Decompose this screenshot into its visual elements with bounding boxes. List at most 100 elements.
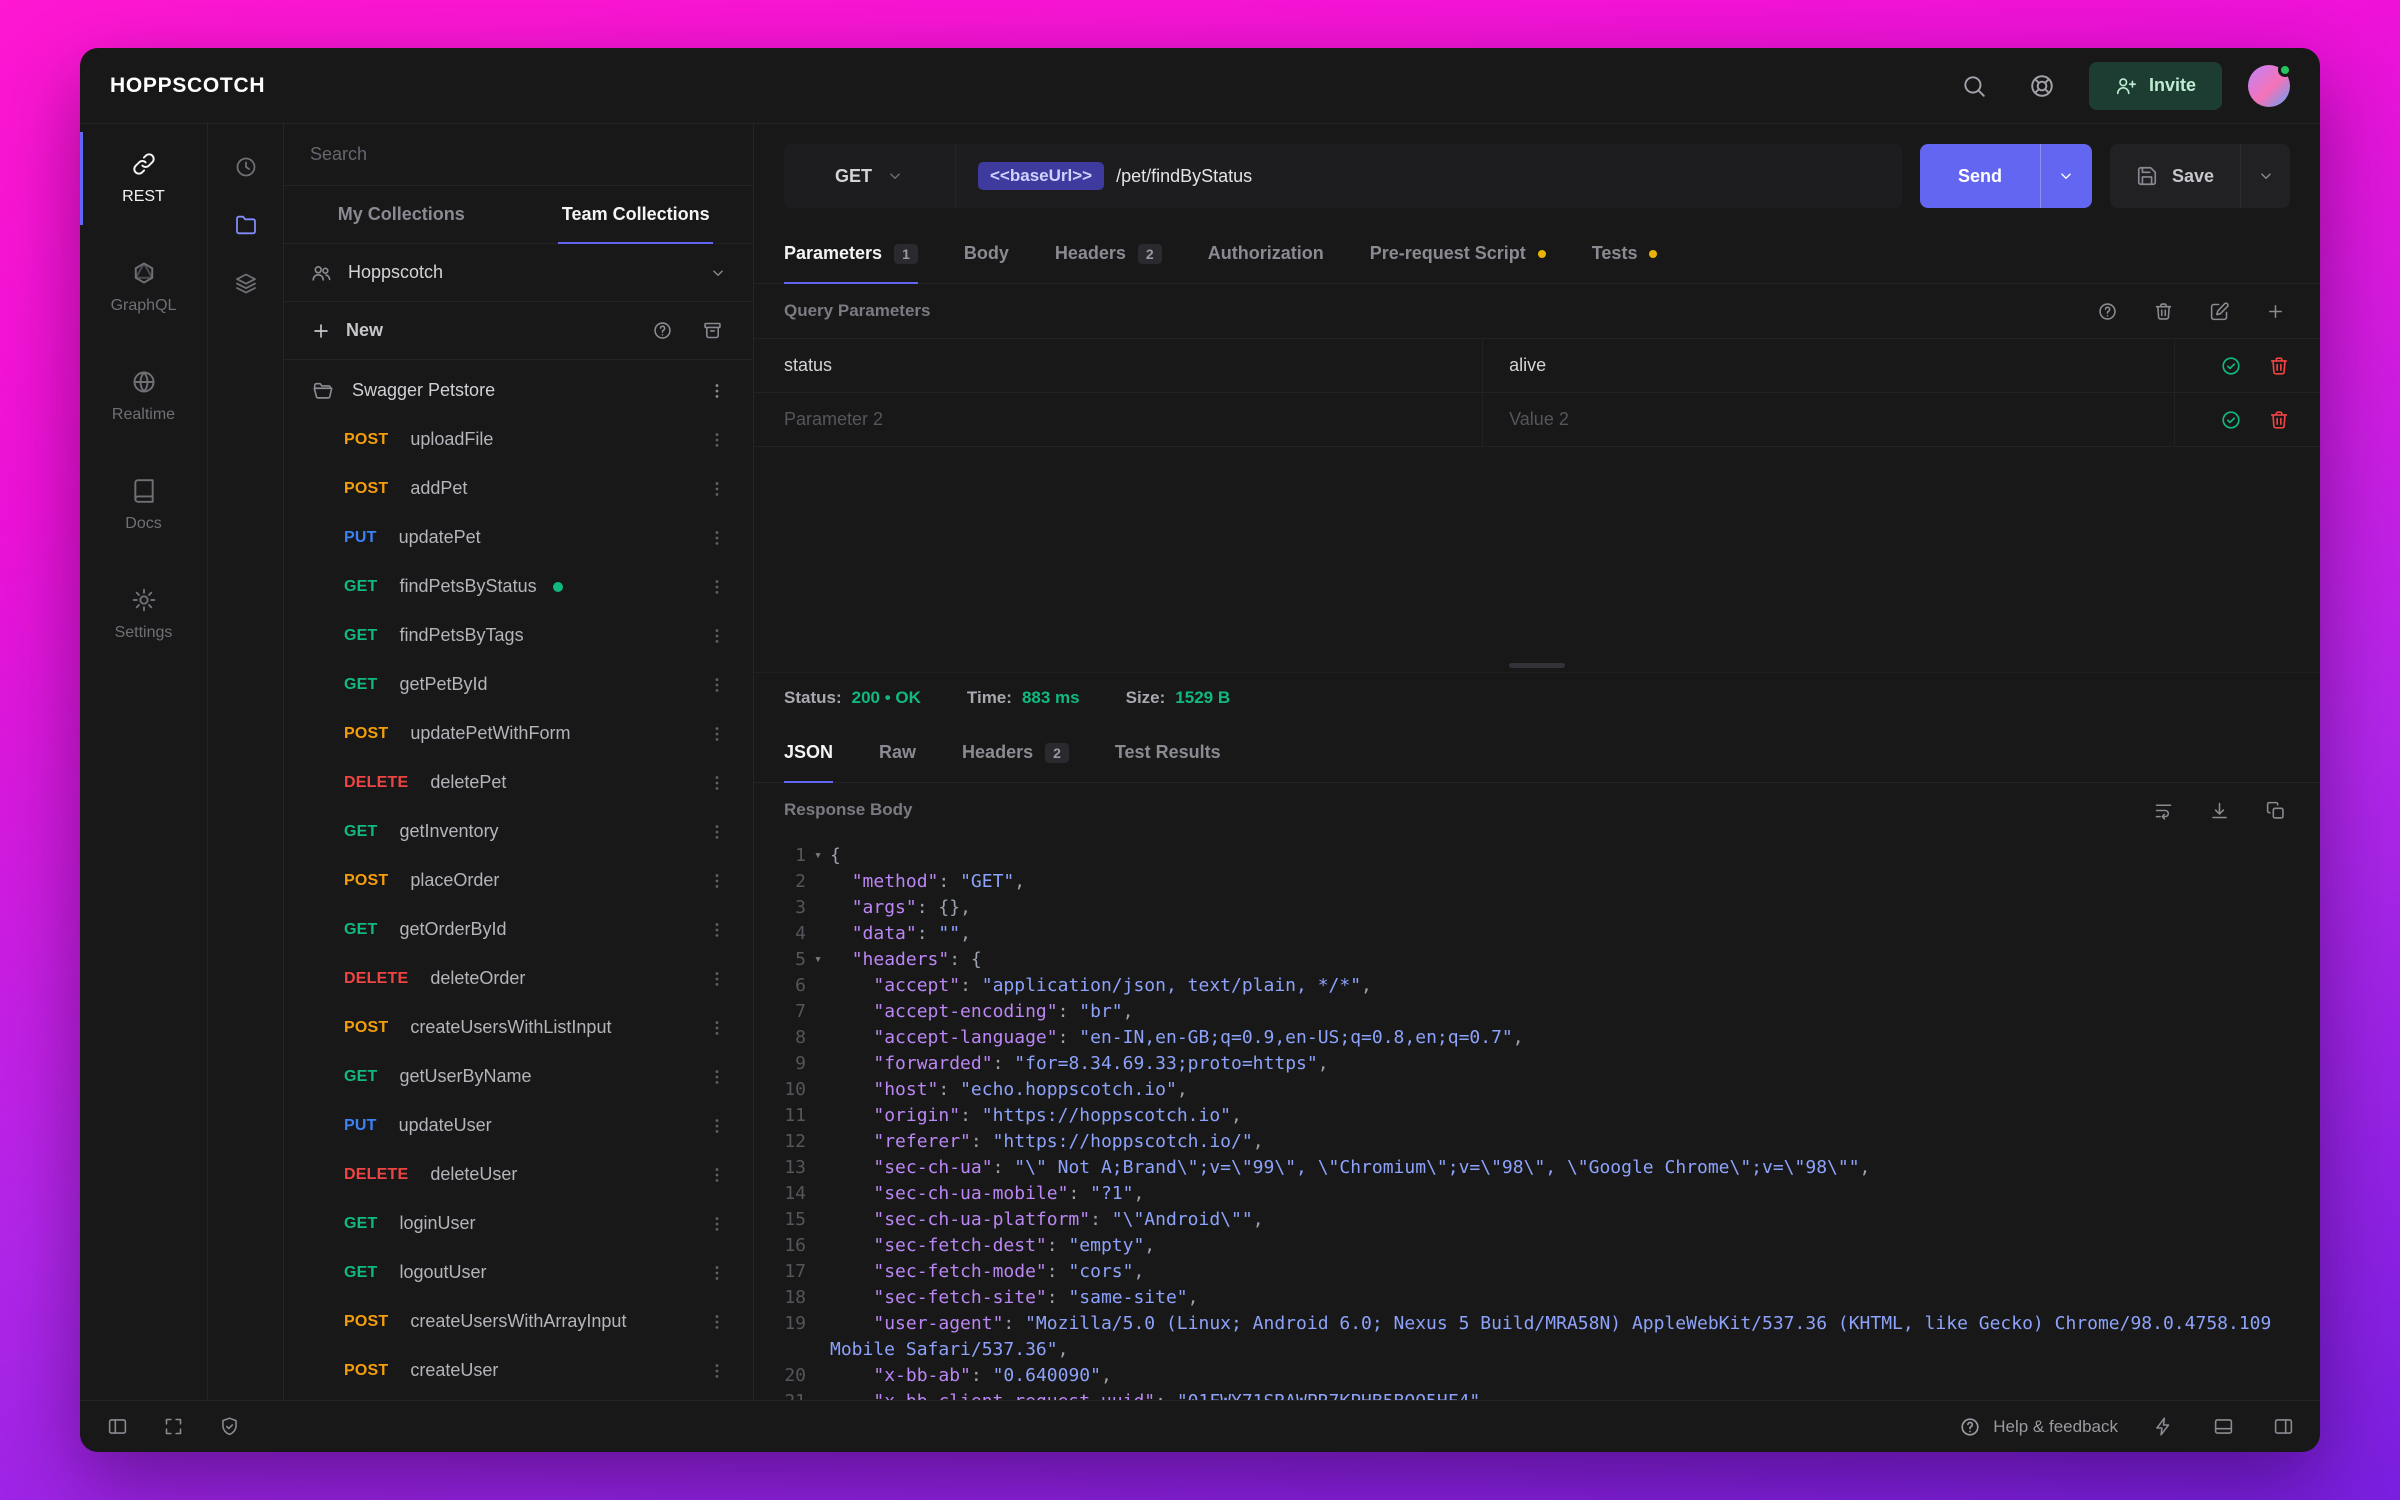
environments-tab[interactable] — [223, 260, 269, 306]
sidebar-icon[interactable] — [102, 1412, 132, 1442]
param-active-toggle[interactable] — [2220, 409, 2242, 431]
response-tab-raw[interactable]: Raw — [879, 723, 916, 782]
param-delete-button[interactable] — [2268, 409, 2290, 431]
collections-tab-team-collections[interactable]: Team Collections — [519, 186, 754, 244]
response-tab-headers[interactable]: Headers 2 — [962, 723, 1069, 782]
new-collection-button[interactable]: New — [310, 320, 383, 342]
request-menu-button[interactable] — [707, 871, 727, 891]
request-menu-button[interactable] — [707, 1165, 727, 1185]
request-item-findpetsbystatus[interactable]: GET findPetsByStatus — [284, 562, 753, 611]
request-item-createuser[interactable]: POST createUser — [284, 1346, 753, 1395]
param-key-input[interactable]: status — [754, 339, 1482, 392]
request-menu-button[interactable] — [707, 1312, 727, 1332]
request-item-updateuser[interactable]: PUT updateUser — [284, 1101, 753, 1150]
request-menu-button[interactable] — [707, 430, 727, 450]
request-menu-button[interactable] — [707, 1116, 727, 1136]
team-selector[interactable]: Hoppscotch — [284, 244, 753, 302]
help-feedback-button[interactable]: Help & feedback — [1959, 1416, 2118, 1438]
wrap-text-icon[interactable] — [2148, 795, 2178, 825]
nav-item-rest[interactable]: REST — [80, 124, 207, 233]
send-options-button[interactable] — [2039, 144, 2092, 208]
method-selector[interactable]: GET — [784, 144, 956, 208]
request-item-createuserswithlistinput[interactable]: POST createUsersWithListInput — [284, 1003, 753, 1052]
request-menu-button[interactable] — [707, 773, 727, 793]
request-item-createuserswitharrayinput[interactable]: POST createUsersWithArrayInput — [284, 1297, 753, 1346]
param-active-toggle[interactable] — [2220, 355, 2242, 377]
shield-check-icon[interactable] — [214, 1412, 244, 1442]
request-tab-authorization[interactable]: Authorization — [1208, 224, 1324, 283]
request-item-getuserbyname[interactable]: GET getUserByName — [284, 1052, 753, 1101]
invite-button[interactable]: Invite — [2088, 61, 2222, 110]
request-tab-parameters[interactable]: Parameters 1 — [784, 224, 918, 284]
request-menu-button[interactable] — [707, 1214, 727, 1234]
request-menu-button[interactable] — [707, 577, 727, 597]
panel-bottom-icon[interactable] — [2208, 1412, 2238, 1442]
request-menu-button[interactable] — [707, 675, 727, 695]
request-item-loginuser[interactable]: GET loginUser — [284, 1199, 753, 1248]
request-menu-button[interactable] — [707, 920, 727, 940]
request-item-updatepet[interactable]: PUT updatePet — [284, 513, 753, 562]
request-item-getorderbyid[interactable]: GET getOrderById — [284, 905, 753, 954]
help-icon[interactable] — [2092, 296, 2122, 326]
request-tab-body[interactable]: Body — [964, 224, 1009, 283]
request-item-updatepetwithform[interactable]: POST updatePetWithForm — [284, 709, 753, 758]
expand-icon[interactable] — [158, 1412, 188, 1442]
request-item-logoutuser[interactable]: GET logoutUser — [284, 1248, 753, 1297]
param-value-input[interactable]: alive — [1482, 339, 2174, 392]
panel-right-icon[interactable] — [2268, 1412, 2298, 1442]
save-button[interactable]: Save — [2110, 144, 2240, 208]
fold-toggle[interactable]: ▾ — [806, 843, 830, 869]
nav-item-settings[interactable]: Settings — [80, 560, 207, 669]
param-delete-button[interactable] — [2268, 355, 2290, 377]
collections-tab-my-collections[interactable]: My Collections — [284, 186, 519, 243]
search-button[interactable] — [1953, 65, 1995, 107]
request-item-deletepet[interactable]: DELETE deletePet — [284, 758, 753, 807]
avatar[interactable] — [2248, 62, 2292, 107]
nav-item-graphql[interactable]: GraphQL — [80, 233, 207, 342]
collection-folder[interactable]: Swagger Petstore — [284, 366, 753, 415]
request-menu-button[interactable] — [707, 822, 727, 842]
edit-icon[interactable] — [2204, 296, 2234, 326]
request-menu-button[interactable] — [707, 969, 727, 989]
trash-icon[interactable] — [2148, 296, 2178, 326]
response-tab-json[interactable]: JSON — [784, 723, 834, 783]
pane-resize-handle[interactable] — [754, 658, 2320, 672]
copy-icon[interactable] — [2260, 795, 2290, 825]
request-menu-button[interactable] — [707, 528, 727, 548]
request-item-placeorder[interactable]: POST placeOrder — [284, 856, 753, 905]
request-item-findpetsbytags[interactable]: GET findPetsByTags — [284, 611, 753, 660]
history-tab[interactable] — [223, 144, 269, 190]
collections-search-input[interactable] — [310, 144, 727, 165]
plus-icon[interactable] — [2260, 296, 2290, 326]
request-item-getinventory[interactable]: GET getInventory — [284, 807, 753, 856]
url-input[interactable]: <<baseUrl>> /pet/findByStatus — [956, 144, 1902, 208]
request-item-addpet[interactable]: POST addPet — [284, 464, 753, 513]
help-icon[interactable] — [647, 316, 677, 346]
request-menu-button[interactable] — [707, 1263, 727, 1283]
nav-item-realtime[interactable]: Realtime — [80, 342, 207, 451]
param-key-input[interactable]: Parameter 2 — [754, 393, 1482, 446]
request-menu-button[interactable] — [707, 1018, 727, 1038]
request-menu-button[interactable] — [707, 479, 727, 499]
nav-item-docs[interactable]: Docs — [80, 451, 207, 560]
request-tab-headers[interactable]: Headers 2 — [1055, 224, 1162, 283]
param-value-input[interactable]: Value 2 — [1482, 393, 2174, 446]
save-options-button[interactable] — [2240, 144, 2290, 208]
collections-tab[interactable] — [223, 202, 269, 248]
request-item-deleteorder[interactable]: DELETE deleteOrder — [284, 954, 753, 1003]
request-menu-button[interactable] — [707, 1067, 727, 1087]
request-menu-button[interactable] — [707, 626, 727, 646]
request-menu-button[interactable] — [707, 1361, 727, 1381]
send-button[interactable]: Send — [1919, 144, 2040, 208]
request-tab-tests[interactable]: Tests — [1592, 224, 1658, 283]
request-menu-button[interactable] — [707, 724, 727, 744]
request-item-uploadfile[interactable]: POST uploadFile — [284, 415, 753, 464]
fold-toggle[interactable]: ▾ — [806, 947, 830, 973]
request-tab-pre-request-script[interactable]: Pre-request Script — [1370, 224, 1546, 283]
response-tab-test-results[interactable]: Test Results — [1115, 723, 1221, 782]
support-button[interactable] — [2021, 65, 2063, 107]
zap-icon[interactable] — [2148, 1412, 2178, 1442]
download-icon[interactable] — [2204, 795, 2234, 825]
request-item-getpetbyid[interactable]: GET getPetById — [284, 660, 753, 709]
request-item-deleteuser[interactable]: DELETE deleteUser — [284, 1150, 753, 1199]
